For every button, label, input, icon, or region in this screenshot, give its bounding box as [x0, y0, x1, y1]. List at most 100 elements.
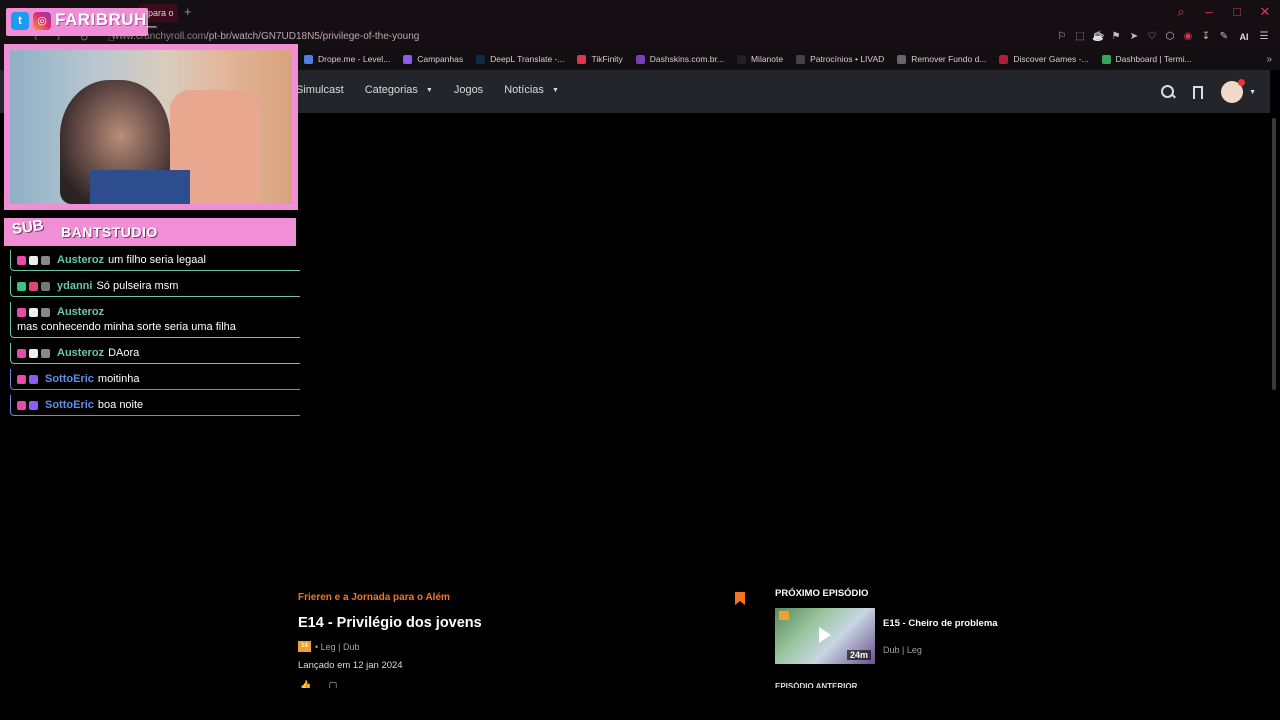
previous-episode-heading: EPISÓDIO ANTERIOR	[775, 682, 858, 688]
next-episode-heading: PRÓXIMO EPISÓDIO	[775, 588, 869, 599]
chat-badge-icon	[29, 374, 38, 384]
bookmark-label: Drope.me - Level...	[318, 54, 391, 64]
ai-button[interactable]: AI	[1236, 30, 1252, 44]
chat-badges	[17, 373, 41, 385]
bookmark-label: Campanhas	[417, 54, 464, 64]
chat-username: Austeroz	[57, 306, 105, 318]
next-episode-thumbnail[interactable]: 24m	[775, 608, 875, 664]
bookmark-item[interactable]: Milanote	[736, 54, 783, 64]
release-date: Lançado em 12 jan 2024	[298, 660, 403, 671]
edit-icon[interactable]: ✎	[1218, 30, 1230, 44]
chat-username: ydanni	[57, 280, 93, 292]
bookmark-label: Dashboard | Termi...	[1115, 54, 1192, 64]
chat-badges	[17, 347, 53, 359]
bookmark-item[interactable]: Campanhas	[403, 54, 463, 64]
bookmark-item[interactable]: Remover Fundo d...	[897, 54, 986, 64]
bookmark-page-icon[interactable]: ⚐	[1056, 30, 1068, 44]
maximize-button[interactable]: □	[1228, 3, 1246, 21]
chat-username: Austeroz	[57, 254, 105, 266]
chat-overlay: Austeroz um filho seria legaal ydanni Só pu…	[10, 250, 300, 421]
chat-badge-icon	[17, 281, 26, 291]
bookmark-label: Discover Games -...	[1013, 54, 1089, 64]
close-button[interactable]: ✕	[1256, 3, 1274, 21]
bookmark-favicon-icon	[476, 54, 486, 64]
bookmark-favicon-icon	[635, 54, 645, 64]
next-episode-meta: Dub | Leg	[883, 645, 922, 655]
notification-dot	[1238, 79, 1246, 86]
bookmark-favicon-icon	[304, 54, 313, 64]
chevron-down-icon: ▼	[551, 86, 559, 94]
chat-badge-icon	[29, 281, 38, 291]
search-tabs-icon[interactable]: ⌕	[1172, 3, 1190, 21]
menu-icon[interactable]: ☰	[1258, 30, 1270, 44]
minimize-button[interactable]: –	[1200, 3, 1218, 21]
nav-jogos-label: Jogos	[453, 84, 484, 96]
bookmark-icon[interactable]	[735, 592, 745, 605]
action-icons[interactable]: 👍 ▢	[300, 680, 337, 688]
episode-meta: 14 • Leg | Dub	[298, 641, 360, 652]
chevron-down-icon[interactable]: ▼	[1249, 89, 1256, 96]
nav-simulcast[interactable]: Simulcast	[296, 84, 344, 96]
bookmark-item[interactable]: Drope.me - Level...	[304, 54, 390, 64]
nav-jogos[interactable]: Jogos	[454, 84, 483, 96]
chat-badge-icon	[29, 400, 38, 410]
extension-toolbar: ⚐ ⬚ ☕ ⚑ ➤ ♡ ⬡ ◉ ↧ ✎ AI ☰	[1056, 30, 1270, 44]
send-icon[interactable]: ➤	[1128, 30, 1140, 44]
chat-text: moitinha	[97, 373, 140, 385]
bookmark-favicon-icon	[577, 54, 587, 64]
chevron-down-icon: ▼	[425, 86, 433, 94]
search-icon[interactable]	[1161, 85, 1175, 99]
translate-icon[interactable]: ⚑	[1110, 30, 1122, 44]
twitter-icon: t	[11, 12, 29, 30]
bookmark-item[interactable]: Patrocínios • LIVAD	[796, 54, 884, 64]
bookmark-item[interactable]: Dashboard | Termi...	[1101, 54, 1192, 64]
chat-message: SottoEric moitinha	[10, 369, 300, 390]
chat-text: boa noite	[97, 399, 144, 411]
nav-categorias[interactable]: Categorias ▼	[365, 84, 433, 96]
play-icon	[819, 627, 831, 643]
rating-mini-badge	[779, 611, 789, 620]
chat-username: Austeroz	[57, 347, 105, 359]
bookmarks-overflow-icon[interactable]: »	[1266, 54, 1272, 65]
download-icon[interactable]: ↧	[1200, 30, 1212, 44]
header-actions: ▼	[1161, 79, 1256, 104]
shield-icon[interactable]: ☕	[1092, 30, 1104, 44]
next-episode-title[interactable]: E15 - Cheiro de problema	[883, 618, 998, 629]
heart-icon[interactable]: ♡	[1146, 30, 1158, 44]
new-tab-button[interactable]: +	[184, 4, 192, 19]
bookmark-item[interactable]: TikFinity	[577, 54, 623, 64]
chat-badge-icon	[17, 255, 26, 265]
avatar[interactable]	[1221, 79, 1246, 103]
chat-message: Austeroz um filho seria legaal	[10, 250, 300, 271]
bookmark-item[interactable]: Discover Games -...	[999, 54, 1089, 64]
chat-message: Austeroz DAora	[10, 343, 300, 364]
bookmark-favicon-icon	[1101, 54, 1111, 64]
url-path: /pt-br/watch/GN7UD18N5/privilege-of-the-…	[205, 31, 420, 42]
extensions-icon[interactable]: ⬡	[1164, 30, 1176, 44]
screenshot-icon[interactable]: ⬚	[1074, 30, 1086, 44]
series-link[interactable]: Frieren e a Jornada para o Além	[298, 592, 450, 603]
bookmark-favicon-icon	[897, 54, 907, 64]
chat-badge-icon	[29, 307, 38, 317]
chat-message: SottoEric boa noite	[10, 395, 300, 416]
bookmark-label: Dashskins.com.br...	[649, 54, 724, 64]
browser-tab-bar: para o + ⌕ – □ ✕	[0, 0, 1280, 26]
window-controls: ⌕ – □ ✕	[1172, 3, 1274, 21]
chat-badges	[17, 399, 41, 411]
watchlist-icon[interactable]	[1193, 85, 1204, 104]
chat-badge-icon	[29, 255, 38, 265]
bookmark-item[interactable]: Dashskins.com.br...	[635, 54, 724, 64]
webcam-frame	[4, 44, 298, 210]
nav-noticias[interactable]: Notícias ▼	[504, 84, 559, 96]
url-field[interactable]: www.crunchyroll.com/pt-br/watch/GN7UD18N…	[112, 31, 419, 42]
scrollbar[interactable]	[1272, 118, 1276, 390]
chat-text-continuation: mas conhecendo minha sorte seria uma fil…	[17, 321, 236, 333]
chat-badge-icon	[41, 307, 50, 317]
chat-badge-icon	[41, 281, 50, 291]
chat-message: ydanni Só pulseira msm	[10, 276, 300, 297]
instagram-icon: ◎	[33, 12, 51, 30]
episode-title: E14 - Privilégio dos jovens	[298, 615, 482, 631]
chat-username: SottoEric	[45, 373, 94, 385]
bookmark-item[interactable]: DeepL Translate -...	[476, 54, 564, 64]
recording-icon[interactable]: ◉	[1182, 30, 1194, 44]
